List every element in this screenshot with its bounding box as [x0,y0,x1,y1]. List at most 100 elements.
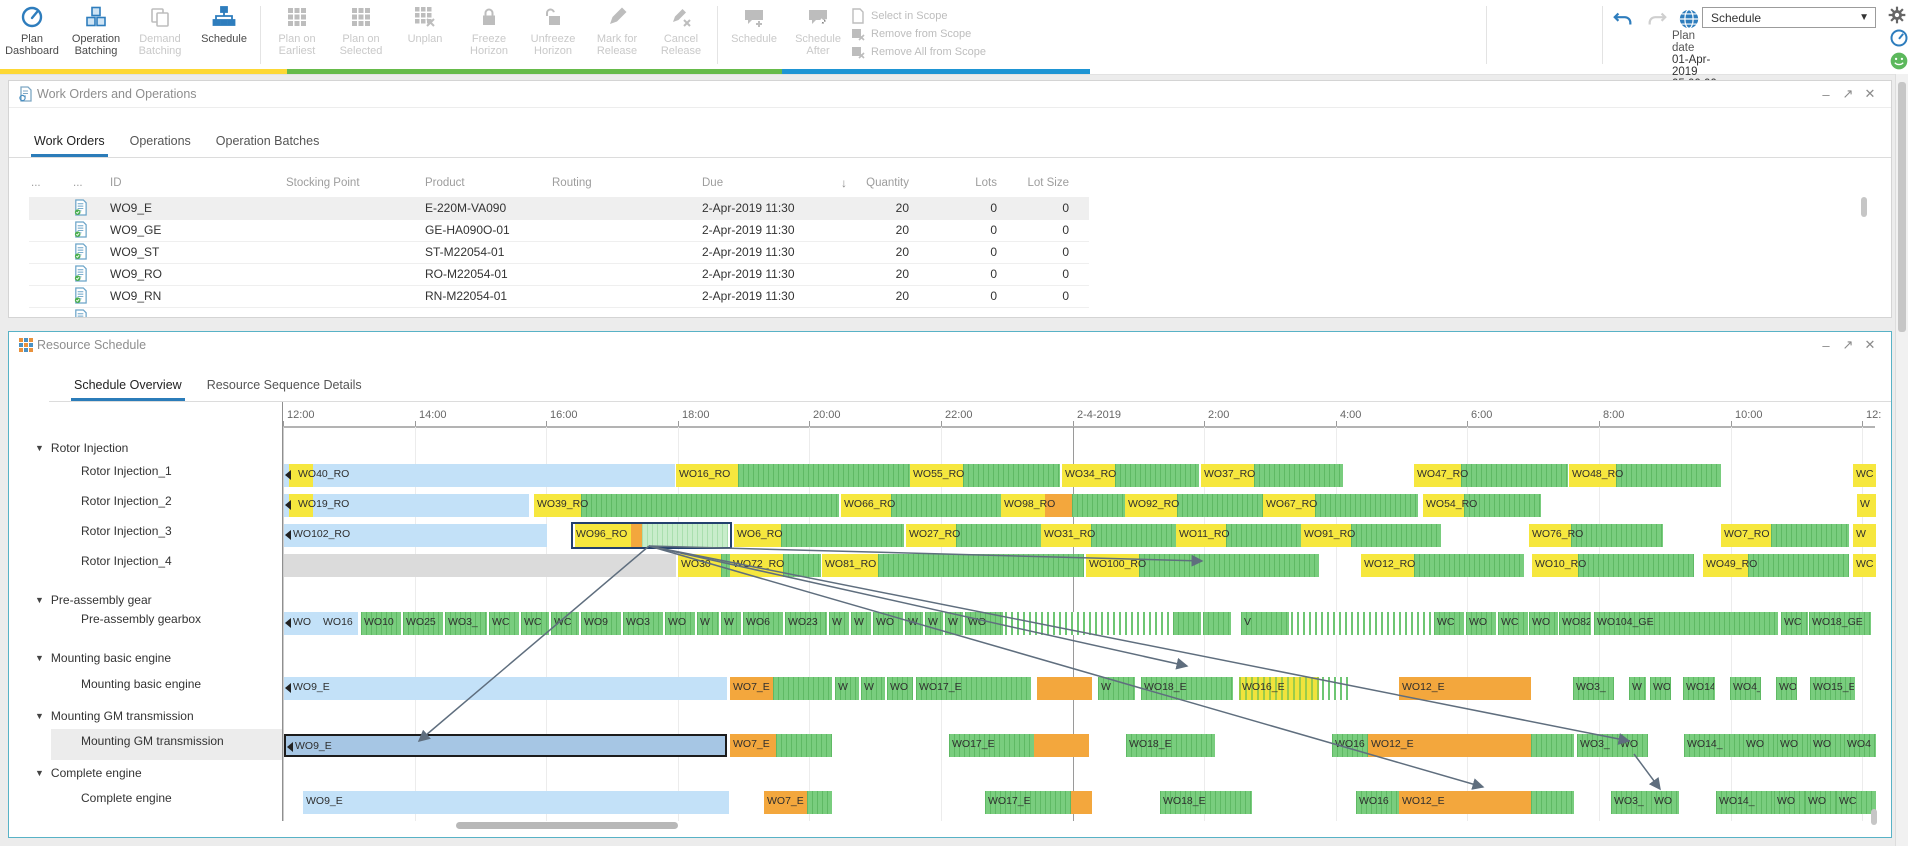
column-header-[interactable]: ... [73,177,83,189]
table-row[interactable]: WO9_RORO-M22054-012-Apr-2019 11:302000 [29,263,1089,286]
resource-group-rotor-injection[interactable]: ▼Rotor Injection [35,441,128,455]
tab-work-orders[interactable]: Work Orders [34,126,105,157]
gantt-bar-wc[interactable]: WC [1434,612,1464,635]
gantt-bar-wo37_ro[interactable]: WO37_RO [1201,464,1343,487]
gantt-bar[interactable] [1322,677,1350,700]
maximize-button[interactable]: ↗ [1839,336,1857,354]
gantt-bar-wo10_ro[interactable]: WO10_RO [1532,554,1694,577]
tab-resource-sequence-details[interactable]: Resource Sequence Details [207,370,362,401]
column-header-due[interactable]: Due [702,177,723,189]
toolbar-button-schedule-after[interactable]: ScheduleAfter [786,0,850,70]
gantt-bar-wo4[interactable]: WO4 [1844,734,1876,757]
resource-label[interactable]: Rotor Injection_3 [81,524,172,538]
gantt-bar-wo[interactable]: WO [1774,791,1805,814]
tab-operations[interactable]: Operations [130,126,191,157]
sort-descending-icon[interactable]: ↓ [841,176,847,190]
gantt-bar-wo9_e[interactable]: WO9_E [284,734,727,757]
resource-label[interactable]: Rotor Injection_2 [81,494,172,508]
toolbar-item-remove-all-from-scope[interactable]: Remove All from Scope [850,43,986,61]
gantt-bar-wo98_ro[interactable]: WO98_RO [1001,494,1125,517]
gantt-bar-w[interactable]: W [905,612,923,635]
page-scrollbar[interactable] [1895,74,1908,846]
gantt-bar-wo[interactable]: WO [1776,677,1797,700]
column-header-quantity[interactable]: Quantity [866,177,909,189]
column-header-id[interactable]: ID [110,177,122,189]
gantt-bar-wo17_e[interactable]: WO17_E [916,677,1031,700]
gantt-bar[interactable] [1037,677,1092,700]
resource-group-pre-assembly-gear[interactable]: ▼Pre-assembly gear [35,593,152,607]
gantt-bar-w[interactable]: W [851,612,871,635]
view-preset-dropdown[interactable]: Schedule ▼ [1702,7,1876,28]
gantt-bar-wo19_ro[interactable]: WO19_RO [284,494,529,517]
gantt-bar-wc[interactable]: WC [521,612,549,635]
gantt-bar-wo92_ro[interactable]: WO92_RO [1125,494,1263,517]
gantt-bar-wc[interactable]: WC [551,612,579,635]
gantt-bar-wo[interactable]: WO [1617,734,1648,757]
gantt-bar-wo9_e[interactable]: WO9_E [284,677,727,700]
minimize-button[interactable]: – [1817,85,1835,103]
gantt-bar-wo30[interactable]: WO30 [678,554,730,577]
toolbar-button-operation-batching[interactable]: OperationBatching [64,0,128,70]
gantt-bar-wo14_[interactable]: WO14_ [1684,734,1743,757]
gantt-bar-wo72_ro[interactable]: WO72_RO [730,554,821,577]
gantt-bar-wo49_ro[interactable]: WO49_RO [1703,554,1849,577]
gantt-bar-wo6[interactable]: WO6 [743,612,783,635]
table-row[interactable]: WO9_RNRN-M22054-012-Apr-2019 11:302000 [29,285,1089,308]
gantt-bar-wo25[interactable]: WO25 [403,612,443,635]
close-button[interactable]: ✕ [1861,85,1879,103]
work-orders-scrollbar[interactable] [1861,197,1867,217]
gantt-bar-wo16[interactable]: WO16 [1332,734,1368,757]
tab-schedule-overview[interactable]: Schedule Overview [74,370,182,401]
gantt-bar-wo12_ro[interactable]: WO12_RO [1361,554,1524,577]
close-button[interactable]: ✕ [1861,336,1879,354]
undo-icon[interactable] [1612,8,1634,30]
gantt-bar-wo18_ge[interactable]: WO18_GE [1809,612,1871,635]
gantt-bar-wo4_i[interactable]: WO4_I [1730,677,1761,700]
table-row[interactable]: WO9_EE-220M-VA0902-Apr-2019 11:302000 [29,197,1089,220]
gantt-bar-wc[interactable]: WC [1498,612,1528,635]
resource-label[interactable]: Mounting basic engine [81,677,201,691]
minimize-button[interactable]: – [1817,336,1835,354]
gantt-bar-wo54_ro[interactable]: WO54_RO [1423,494,1541,517]
gantt-bar-wo[interactable]: WO [1529,612,1558,635]
gantt-bar-wo67_ro[interactable]: WO67_RO [1263,494,1418,517]
gantt-bar-wo[interactable]: WO [1805,791,1836,814]
gantt-bar-wo3_[interactable]: WO3_ [445,612,487,635]
column-header-lot-size[interactable]: Lot Size [1027,177,1069,189]
toolbar-button-mark-for-release[interactable]: Mark forRelease [585,0,649,70]
gantt-bar-v[interactable]: V [1241,612,1289,635]
gantt-bar-w[interactable]: W [1629,677,1646,700]
gantt-bar-wo23[interactable]: WO23 [785,612,827,635]
gantt-bar-wo[interactable]: WO [665,612,695,635]
gantt-bar-wo16[interactable]: WO16 [320,612,358,635]
dashboard-gauge-icon[interactable] [1888,27,1908,49]
gantt-bar[interactable] [1203,612,1231,635]
gantt-bar-w[interactable]: W [1857,494,1876,517]
page-scrollbar-thumb[interactable] [1898,82,1906,332]
gantt-bar-wo47_ro[interactable]: WO47_RO [1414,464,1568,487]
resource-label[interactable]: Rotor Injection_4 [81,554,172,568]
gantt-bar-wo7_e[interactable]: WO7_E [730,734,832,757]
gantt-bar-wo7_e[interactable]: WO7_E [730,677,832,700]
toolbar-button-plan-on-selected[interactable]: Plan onSelected [329,0,393,70]
gantt-bar-wo[interactable]: WO [1743,734,1777,757]
gantt-bar-wo66_ro[interactable]: WO66_RO [841,494,1001,517]
toolbar-button-freeze-horizon[interactable]: FreezeHorizon [457,0,521,70]
gantt-bar-wo[interactable]: WO [1810,734,1844,757]
gantt-bar-wo14_[interactable]: WO14_ [1716,791,1774,814]
gantt-bar-wo27_ro[interactable]: WO27_RO [906,524,1041,547]
gantt-bar-w[interactable]: W [1853,524,1876,547]
resource-group-mounting-gm-transmission[interactable]: ▼Mounting GM transmission [35,709,194,723]
toolbar-button-unplan[interactable]: Unplan [393,0,457,70]
gantt-bar-wo[interactable]: WO [1650,677,1671,700]
gantt-bar[interactable] [284,554,676,577]
gantt-bar-wc[interactable]: WC [1853,554,1876,577]
gantt-bar-wc[interactable]: WC [1853,464,1876,487]
column-header-[interactable]: ... [31,177,41,189]
toolbar-button-unfreeze-horizon[interactable]: UnfreezeHorizon [521,0,585,70]
table-row[interactable]: WO9_GEGE-HA090O-012-Apr-2019 11:302000 [29,219,1089,242]
gantt-bar[interactable] [1531,791,1574,814]
gantt-bar-w[interactable]: W [861,677,885,700]
gantt-bar-wo82[interactable]: WO82 [1559,612,1591,635]
gantt-bar-wo10[interactable]: WO10 [361,612,401,635]
